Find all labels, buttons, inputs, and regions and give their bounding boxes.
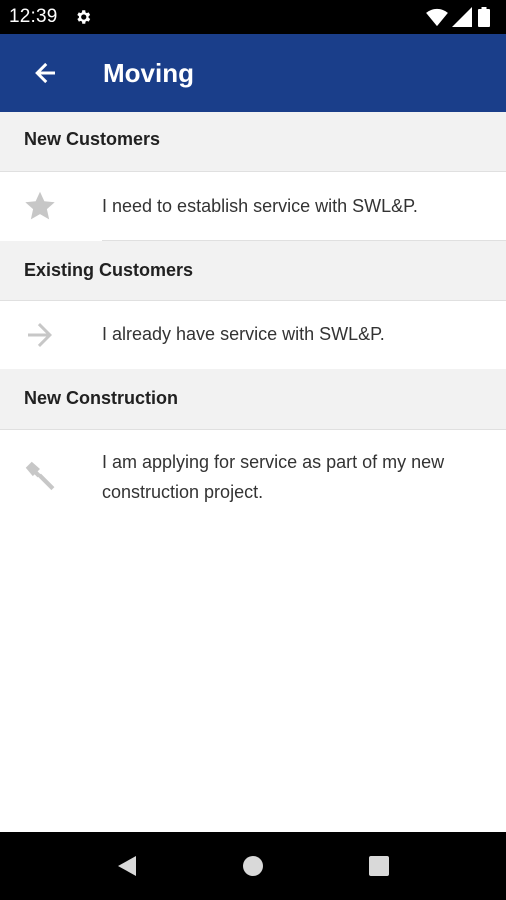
page-title: Moving [103, 58, 194, 88]
wifi-icon [426, 8, 448, 27]
list-item-new-construction[interactable]: I am applying for service as part of my … [0, 430, 506, 520]
back-arrow-icon[interactable] [22, 49, 70, 97]
nav-back-icon[interactable] [112, 850, 144, 882]
section-header-label: New Customers [24, 129, 161, 149]
hammer-icon [25, 461, 55, 491]
section-header-new-construction: New Construction [0, 369, 506, 429]
battery-icon [478, 7, 490, 27]
list-item-text: I need to establish service with SWL&P. [102, 196, 418, 216]
status-time: 12:39 [9, 6, 58, 27]
signal-icon [452, 7, 472, 27]
section-header-new-customers: New Customers [0, 112, 506, 172]
status-indicators [426, 7, 496, 27]
list-item-text: I am applying for service as part of my … [102, 452, 445, 502]
section-header-label: Existing Customers [24, 260, 194, 280]
status-bar: 12:39 [0, 0, 506, 34]
list-item-text: I already have service with SWL&P. [102, 324, 385, 344]
arrow-right-icon [28, 323, 52, 347]
system-nav-bar [0, 832, 506, 900]
list-item-existing-customers[interactable]: I already have service with SWL&P. [0, 301, 506, 369]
nav-recents-icon[interactable] [363, 850, 395, 882]
settings-gear-icon [77, 10, 91, 24]
list-item-new-customers[interactable]: I need to establish service with SWL&P. [0, 172, 506, 240]
nav-home-icon[interactable] [237, 850, 269, 882]
section-header-label: New Construction [24, 388, 179, 408]
section-header-existing-customers: Existing Customers [0, 241, 506, 300]
star-icon [25, 191, 55, 220]
app-bar: Moving [0, 34, 506, 112]
